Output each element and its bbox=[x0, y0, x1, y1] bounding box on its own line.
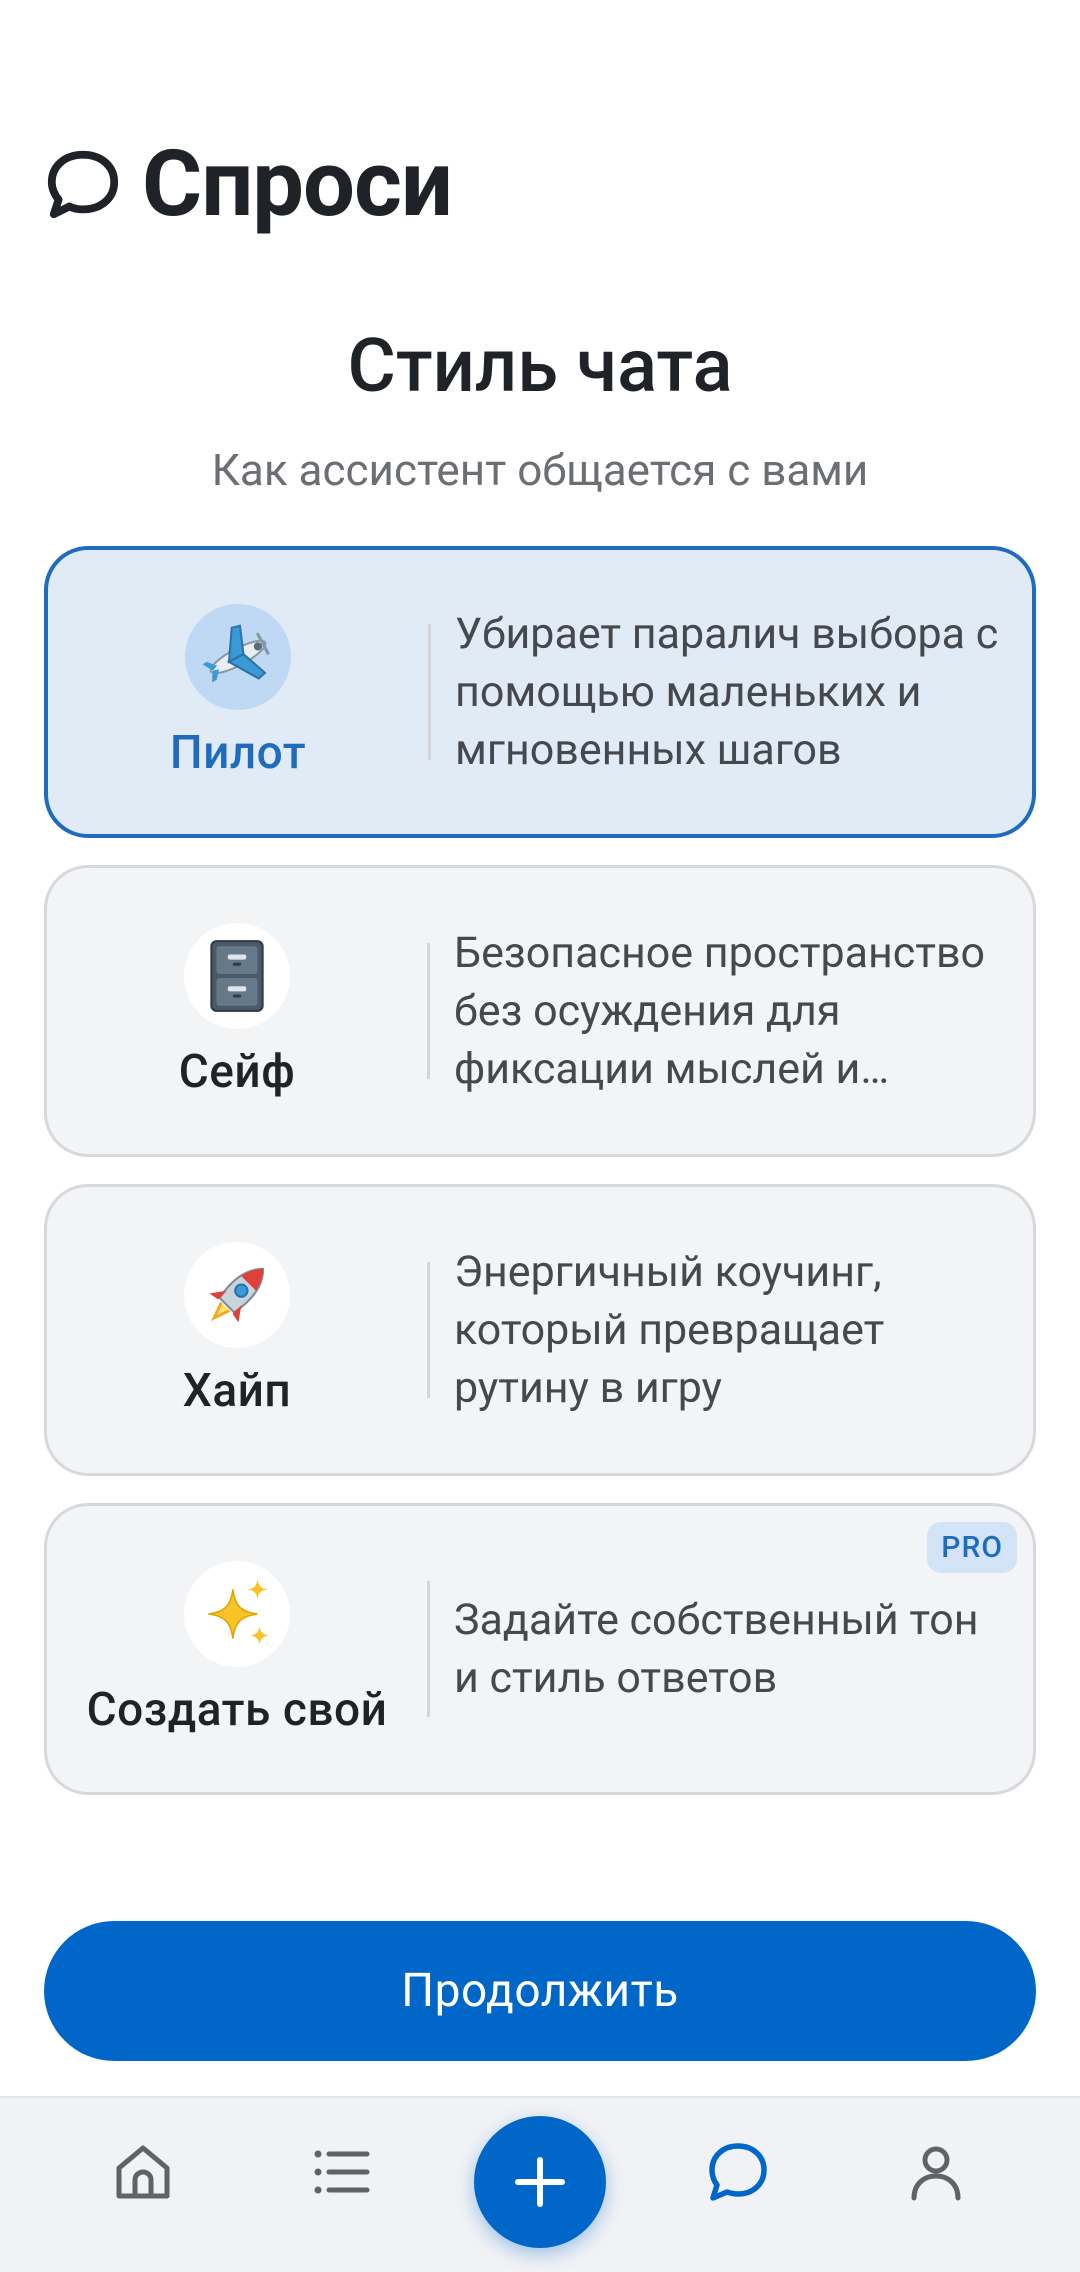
bottom-nav bbox=[0, 2096, 1080, 2272]
style-card-safe[interactable]: Сейф Безопасное пространство без осужден… bbox=[44, 865, 1036, 1157]
pro-badge: PRO bbox=[927, 1522, 1017, 1573]
profile-icon bbox=[911, 2146, 961, 2201]
style-description: Безопасное пространство без осуждения дл… bbox=[454, 928, 986, 1094]
home-icon bbox=[116, 2145, 170, 2199]
chat-icon bbox=[709, 2143, 767, 2201]
add-button[interactable] bbox=[474, 2116, 606, 2248]
continue-button[interactable]: Продолжить bbox=[44, 1921, 1036, 2061]
list-icon bbox=[314, 2150, 370, 2194]
sparkles-icon bbox=[184, 1561, 290, 1667]
plus-icon bbox=[515, 2157, 565, 2207]
style-description: Энергичный коучинг, который превращает р… bbox=[454, 1247, 885, 1413]
style-description: Убирает паралич выбора с помощью маленьк… bbox=[455, 609, 999, 775]
page-subtitle: Как ассистент общается с вами bbox=[211, 444, 869, 496]
style-name: Хайп bbox=[182, 1364, 292, 1418]
rocket-icon bbox=[184, 1242, 290, 1348]
style-name: Сейф bbox=[178, 1045, 296, 1099]
nav-chat[interactable] bbox=[698, 2132, 778, 2212]
page-title: Стиль чата bbox=[347, 323, 733, 410]
app-title: Спроси bbox=[142, 131, 453, 238]
style-card-hype[interactable]: Хайп Энергичный коучинг, который превращ… bbox=[44, 1184, 1036, 1476]
style-card-pilot[interactable]: Пилот Убирает паралич выбора с помощью м… bbox=[44, 546, 1036, 838]
file-cabinet-icon bbox=[184, 923, 290, 1029]
chat-bubble-icon bbox=[47, 150, 119, 219]
airplane-icon bbox=[185, 604, 291, 710]
style-name: Создать свой bbox=[86, 1683, 388, 1737]
app-header: Спроси bbox=[44, 130, 453, 240]
style-name: Пилот bbox=[169, 726, 307, 780]
nav-home[interactable] bbox=[103, 2132, 183, 2212]
nav-list[interactable] bbox=[301, 2132, 381, 2212]
style-description: Задайте собственный тон и стиль ответов bbox=[454, 1595, 979, 1703]
style-card-custom[interactable]: PRO Создать свой Задайте собственный тон… bbox=[44, 1503, 1036, 1795]
nav-profile[interactable] bbox=[896, 2132, 976, 2212]
